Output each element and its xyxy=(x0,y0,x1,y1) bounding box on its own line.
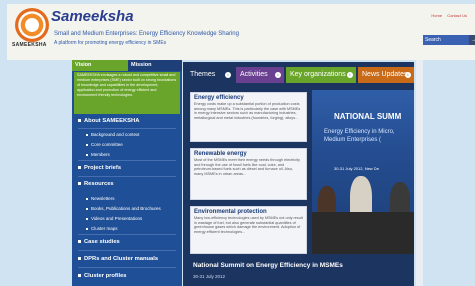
nav-members-label: Members xyxy=(91,152,110,157)
bullet-icon xyxy=(86,217,88,220)
slideshow-caption[interactable]: National Summit on Energy Efficiency in … xyxy=(183,256,414,286)
nav-videos-label: Videos and Presentations xyxy=(91,216,143,221)
vision-text: SAMEEKSHA envisages a robust and competi… xyxy=(74,72,180,114)
card-body: Many low-efficiency technologies used by… xyxy=(194,216,303,234)
card-environmental-protection[interactable]: Environmental protection Many low-effici… xyxy=(190,206,307,254)
vision-mission-tabs: Vision Mission xyxy=(72,60,182,71)
banner-date: 30-31 July 2012, New De xyxy=(334,166,379,171)
home-link[interactable]: Home xyxy=(431,13,442,18)
header: SAMEEKSHA Sameeksha Small and Medium Ent… xyxy=(7,4,475,60)
bullet-icon xyxy=(78,165,81,169)
nav-project-briefs-label: Project briefs xyxy=(84,165,122,171)
caption-date: 30-31 July 2012 xyxy=(193,274,226,279)
nav-dprs-label: DPRs and Cluster manuals xyxy=(84,256,159,262)
tab-activities-label: Activities xyxy=(240,71,268,78)
tagline: Small and Medium Enterprises: Energy Eff… xyxy=(54,31,239,37)
main-panel: Themes i Activities i Key organizations i N… xyxy=(183,62,414,286)
sidebar: Vision Mission SAMEEKSHA envisages a rob… xyxy=(72,60,182,286)
nav-background[interactable]: Background and context xyxy=(72,132,182,137)
card-title: Energy efficiency xyxy=(194,95,244,101)
brand-title[interactable]: Sameeksha xyxy=(51,8,134,25)
card-body: Energy costs make up a substantial porti… xyxy=(194,102,301,120)
card-renewable-energy[interactable]: Renewable energy Most of the MSMEs meet … xyxy=(190,148,307,200)
banner-subtitle-line2: Medium Enterprises ( xyxy=(324,137,382,143)
nav-core-committee-label: Core committee xyxy=(91,142,123,147)
info-icon: i xyxy=(275,72,281,78)
nav-dprs[interactable]: DPRs and Cluster manuals xyxy=(72,256,182,262)
divider xyxy=(78,176,176,177)
content-tabs: Themes i Activities i Key organizations i N… xyxy=(183,62,414,84)
search-input[interactable]: Search xyxy=(423,35,469,45)
card-title: Renewable energy xyxy=(194,151,247,157)
nav-cluster-profiles[interactable]: Cluster profiles xyxy=(72,273,182,279)
divider xyxy=(78,234,176,235)
tab-themes-label: Themes xyxy=(190,71,216,78)
nav-case-studies[interactable]: Case studies xyxy=(72,239,182,245)
page: SAMEEKSHA Sameeksha Small and Medium Ent… xyxy=(0,0,475,286)
nav-publications[interactable]: Books, Publications and Brochures xyxy=(72,206,182,211)
nav-videos[interactable]: Videos and Presentations xyxy=(72,216,182,221)
search-go-button[interactable]: → xyxy=(469,35,475,45)
subtagline: A platform for promoting energy efficien… xyxy=(54,40,167,46)
nav-resources[interactable]: Resources xyxy=(72,181,182,187)
tab-news-updates-label: News Updates xyxy=(362,71,408,78)
info-icon: i xyxy=(405,72,411,78)
bullet-icon xyxy=(78,239,81,243)
sameeksha-logo-icon[interactable] xyxy=(15,8,49,42)
nav-case-studies-label: Case studies xyxy=(84,239,120,245)
bullet-icon xyxy=(86,197,88,200)
nav-members[interactable]: Members xyxy=(72,152,182,157)
banner-subtitle-line1: Energy Efficiency in Micro, xyxy=(324,129,395,135)
divider xyxy=(78,128,176,129)
info-icon: i xyxy=(347,72,353,78)
divider xyxy=(78,250,176,251)
nav-about[interactable]: About SAMEEKSHA xyxy=(72,118,182,124)
bullet-icon xyxy=(86,207,88,210)
divider xyxy=(78,160,176,161)
nav-cluster-maps-label: Cluster maps xyxy=(91,226,118,231)
page-scrollbar[interactable] xyxy=(416,60,423,286)
card-body: Most of the MSMEs meet their energy need… xyxy=(194,158,300,176)
bullet-icon xyxy=(78,181,81,185)
nav-publications-label: Books, Publications and Brochures xyxy=(91,206,161,211)
caption-title: National Summit on Energy Efficiency in … xyxy=(193,262,343,269)
summit-photo[interactable]: NATIONAL SUMM Energy Efficiency in Micro… xyxy=(312,90,414,254)
contact-link[interactable]: Contact Us xyxy=(447,13,467,18)
bullet-icon xyxy=(78,118,81,122)
tab-key-organizations-label: Key organizations xyxy=(290,71,346,78)
card-title: Environmental protection xyxy=(194,209,267,215)
nav-cluster-profiles-label: Cluster profiles xyxy=(84,273,127,279)
tab-activities[interactable]: Activities i xyxy=(236,67,284,83)
bullet-icon xyxy=(78,256,81,260)
tab-news-updates[interactable]: News Updates i xyxy=(358,67,414,83)
nav-core-committee[interactable]: Core committee xyxy=(72,142,182,147)
divider xyxy=(78,267,176,268)
info-icon: i xyxy=(225,72,231,78)
bullet-icon xyxy=(86,143,88,146)
tab-themes[interactable]: Themes i xyxy=(186,67,234,83)
bullet-icon xyxy=(86,133,88,136)
banner-subtitle: Energy Efficiency in Micro, Medium Enter… xyxy=(324,128,395,144)
nav-newsletters-label: Newsletters xyxy=(91,196,115,201)
nav-about-label: About SAMEEKSHA xyxy=(84,118,140,124)
logo-wordmark: SAMEEKSHA xyxy=(12,42,47,48)
nav-newsletters[interactable]: Newsletters xyxy=(72,196,182,201)
nav-project-briefs[interactable]: Project briefs xyxy=(72,165,182,171)
banner-title: NATIONAL SUMM xyxy=(334,112,402,121)
stage-table xyxy=(312,212,414,254)
tab-mission[interactable]: Mission xyxy=(128,60,182,71)
bullet-icon xyxy=(86,153,88,156)
nav-resources-label: Resources xyxy=(84,181,114,187)
tab-key-organizations[interactable]: Key organizations i xyxy=(286,67,356,83)
tab-vision[interactable]: Vision xyxy=(72,60,128,71)
bullet-icon xyxy=(78,273,81,277)
nav-background-label: Background and context xyxy=(91,132,140,137)
bullet-icon xyxy=(86,227,88,230)
top-links: Home Contact Us xyxy=(427,13,467,18)
card-energy-efficiency[interactable]: Energy efficiency Energy costs make up a… xyxy=(190,92,307,142)
nav-cluster-maps[interactable]: Cluster maps xyxy=(72,226,182,231)
